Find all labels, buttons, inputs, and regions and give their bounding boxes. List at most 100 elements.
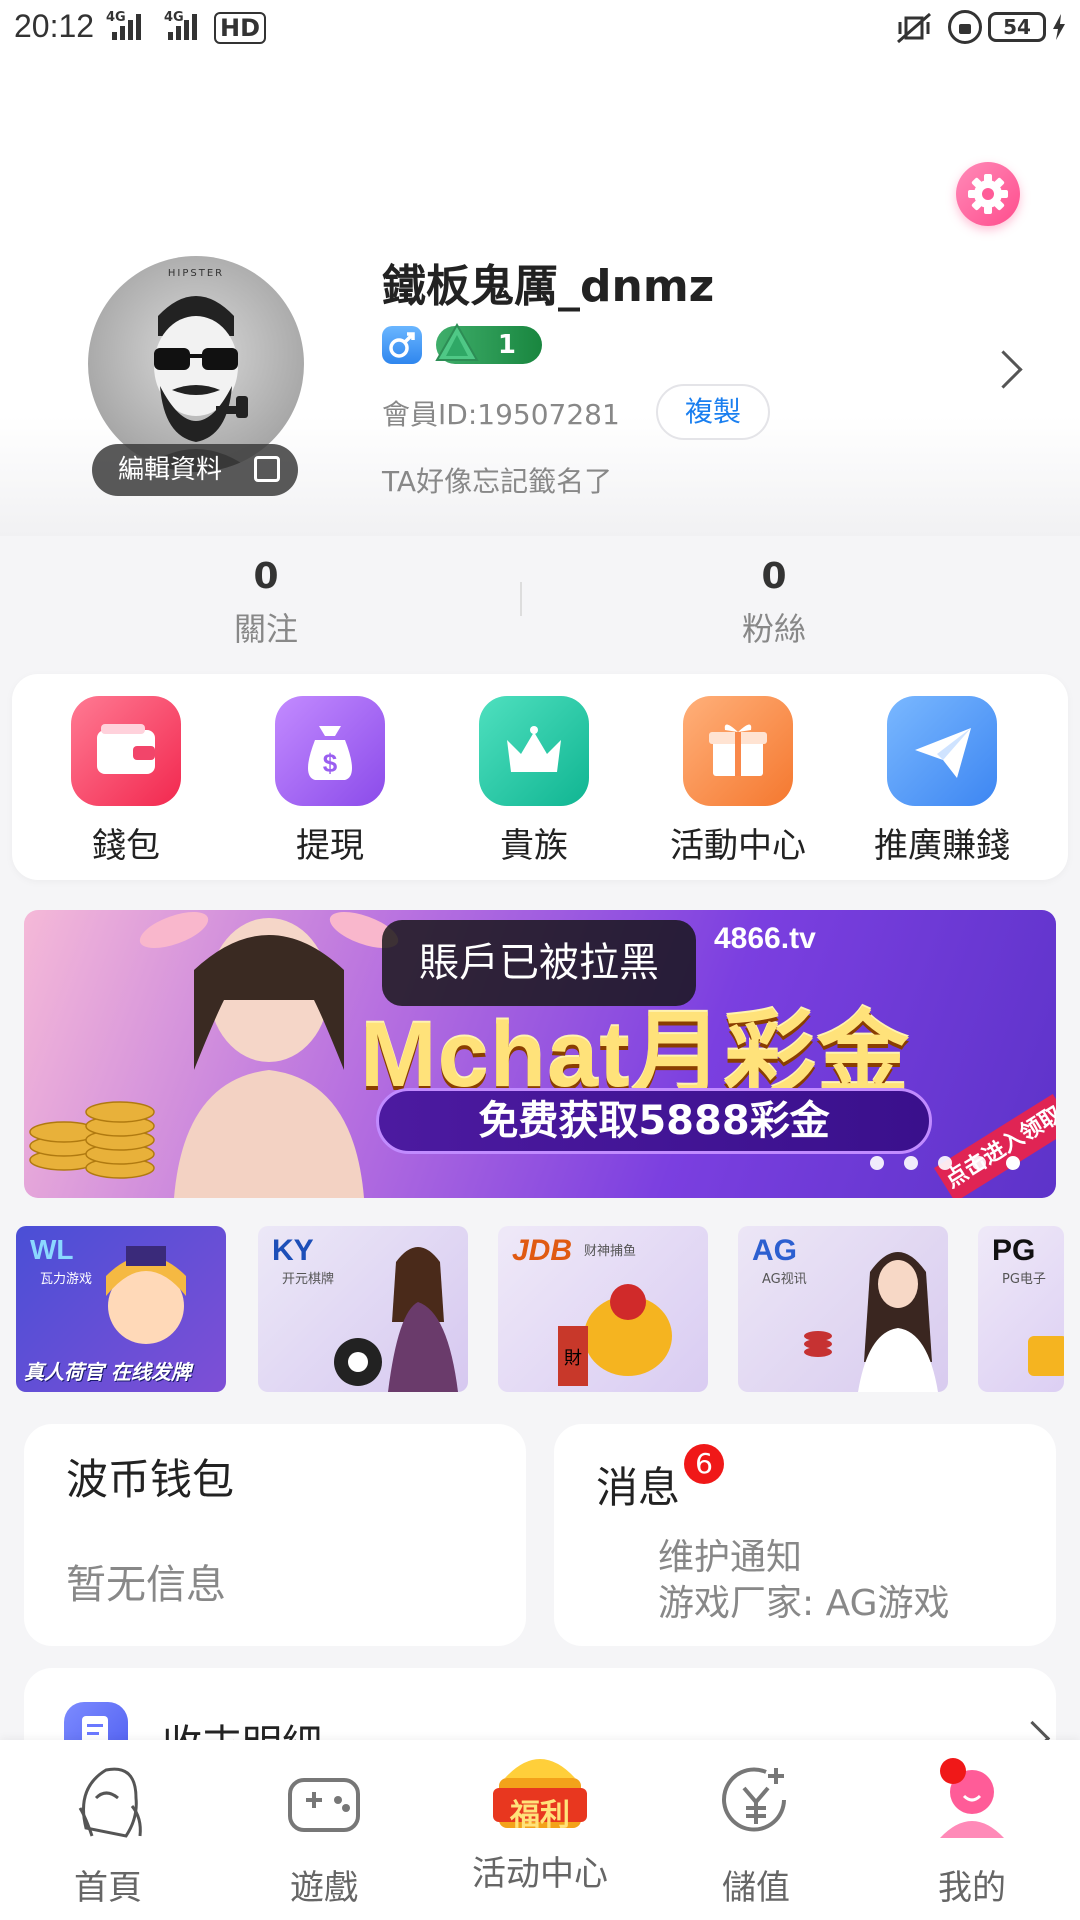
stats-divider	[520, 582, 522, 616]
game-provider: PG电子	[1002, 1272, 1046, 1287]
carousel-dot[interactable]	[904, 1156, 918, 1170]
nav-games[interactable]: 遊戲	[224, 1758, 424, 1909]
game-provider: 财神捕鱼	[584, 1244, 637, 1259]
vibrate-icon	[896, 12, 932, 44]
male-icon	[382, 326, 422, 364]
quick-menu-label: 活動中心	[670, 826, 806, 866]
game-card-jdb[interactable]: JDB 财神捕鱼 財	[498, 1226, 708, 1392]
avatar-image	[138, 296, 254, 472]
message-card[interactable]: 消息 6 维护通知 游戏厂家: AG游戏	[554, 1424, 1056, 1646]
nav-label: 首頁	[74, 1868, 142, 1908]
settings-button[interactable]	[956, 162, 1020, 226]
quick-menu: 錢包 $ 提現 貴族 活動中心 推廣賺錢	[12, 674, 1068, 880]
status-time: 20:12	[14, 8, 95, 44]
banner-corner-ribbon: 点击进入领取	[934, 1093, 1056, 1198]
game-card-wl[interactable]: WL 瓦力游戏 真人荷官 在线发牌	[16, 1226, 226, 1392]
signal-icon-2	[168, 14, 198, 40]
nav-label: 我的	[938, 1868, 1006, 1908]
quick-menu-label: 貴族	[500, 826, 568, 866]
bottom-nav: 首頁 遊戲 福利 活动中心 儲值 我的	[0, 1740, 1080, 1920]
carousel-dot-active[interactable]	[1006, 1156, 1020, 1170]
crown-icon	[479, 696, 589, 806]
quick-menu-label: 推廣賺錢	[874, 826, 1010, 866]
quick-menu-activity[interactable]: 活動中心	[638, 696, 838, 867]
wallet-title: 波币钱包	[66, 1455, 235, 1504]
gift-icon	[683, 696, 793, 806]
carousel-dot[interactable]	[972, 1156, 986, 1170]
nav-activity[interactable]: 福利 活动中心	[440, 1758, 640, 1895]
game-card-ky[interactable]: KY 开元棋牌	[258, 1226, 468, 1392]
game-card-pg[interactable]: PG PG电子	[978, 1226, 1064, 1392]
charging-icon	[1052, 14, 1066, 40]
edit-profile-label: 編輯資料	[118, 455, 223, 485]
copy-button[interactable]: 複製	[656, 384, 770, 440]
message-count-badge: 6	[684, 1444, 724, 1484]
quick-menu-label: 提現	[296, 826, 364, 866]
quick-menu-wallet[interactable]: 錢包	[26, 696, 226, 867]
edit-icon	[254, 456, 280, 482]
nav-label: 活动中心	[472, 1854, 608, 1894]
message-line-2: 游戏厂家: AG游戏	[658, 1583, 950, 1624]
nav-recharge[interactable]: 儲值	[656, 1758, 856, 1909]
fans-label[interactable]: 粉絲	[674, 604, 874, 650]
avatar[interactable]: HIPSTER	[88, 256, 304, 472]
following-label[interactable]: 關注	[166, 604, 366, 650]
nav-label: 遊戲	[290, 1868, 358, 1908]
game-logo: AG	[752, 1234, 797, 1267]
wallet-card[interactable]: 波币钱包 暂无信息	[24, 1424, 526, 1646]
wallet-info: 暂无信息	[66, 1562, 226, 1608]
game-caption: 真人荷官 在线发牌	[24, 1360, 191, 1384]
following-count[interactable]: 0	[166, 556, 366, 597]
toast-message: 賬戶已被拉黑	[382, 920, 696, 1006]
gamepad-icon	[282, 1758, 366, 1842]
avatar-caption: HIPSTER	[167, 268, 225, 279]
username: 鐵板鬼厲_dnmz	[382, 261, 715, 312]
level-badge: 1	[435, 322, 542, 364]
game-card-ag[interactable]: AG AG视讯	[738, 1226, 948, 1392]
quick-menu-promote[interactable]: 推廣賺錢	[842, 696, 1042, 867]
game-character-image	[804, 1252, 938, 1392]
profile-icon	[930, 1758, 1014, 1842]
welfare-badge-text: 福利	[510, 1798, 570, 1833]
fans-count[interactable]: 0	[674, 556, 874, 597]
quick-menu-withdraw[interactable]: $ 提現	[230, 696, 430, 867]
home-icon	[66, 1758, 150, 1842]
game-logo: PG	[992, 1234, 1036, 1267]
paper-plane-icon	[887, 696, 997, 806]
svg-text:$: $	[323, 748, 338, 778]
nav-label: 儲值	[722, 1868, 790, 1908]
signal-icon	[112, 14, 142, 40]
signature: TA好像忘記籤名了	[382, 465, 613, 498]
hd-icon: HD	[214, 12, 267, 44]
status-bar: 20:12 4G 4G HD 54	[0, 0, 1080, 56]
message-line-1: 维护通知	[658, 1537, 803, 1578]
svg-text:財: 財	[564, 1348, 582, 1369]
battery-icon: 54	[988, 12, 1046, 42]
game-logo: KY	[272, 1234, 314, 1267]
member-id: 會員ID:19507281	[382, 398, 620, 431]
level-gem-icon	[435, 322, 479, 361]
rotation-lock-icon	[948, 10, 982, 44]
game-character-image	[106, 1246, 186, 1344]
quick-menu-label: 錢包	[92, 826, 160, 866]
carousel-dot[interactable]	[938, 1156, 952, 1170]
banner-subtitle: 免费获取5888彩金	[478, 1098, 830, 1144]
money-bag-icon: $	[275, 696, 385, 806]
message-title: 消息	[596, 1463, 681, 1512]
notification-dot	[940, 1758, 966, 1784]
game-character-image	[1028, 1336, 1064, 1376]
nav-home[interactable]: 首頁	[8, 1758, 208, 1909]
recharge-icon	[714, 1758, 798, 1842]
game-logo: JDB	[512, 1234, 573, 1267]
edit-profile-button[interactable]: 編輯資料	[92, 444, 298, 496]
level-value: 1	[497, 330, 516, 360]
welfare-icon: 福利	[485, 1744, 595, 1836]
banner-site: 4866.tv	[714, 922, 816, 955]
game-character-image: 財	[558, 1284, 672, 1386]
gear-icon	[968, 174, 1008, 214]
game-character-image	[334, 1247, 458, 1392]
quick-menu-noble[interactable]: 貴族	[434, 696, 634, 867]
nav-profile[interactable]: 我的	[872, 1758, 1072, 1909]
carousel-dot[interactable]	[870, 1156, 884, 1170]
banner-subtitle-pill: 免费获取5888彩金	[376, 1088, 932, 1154]
